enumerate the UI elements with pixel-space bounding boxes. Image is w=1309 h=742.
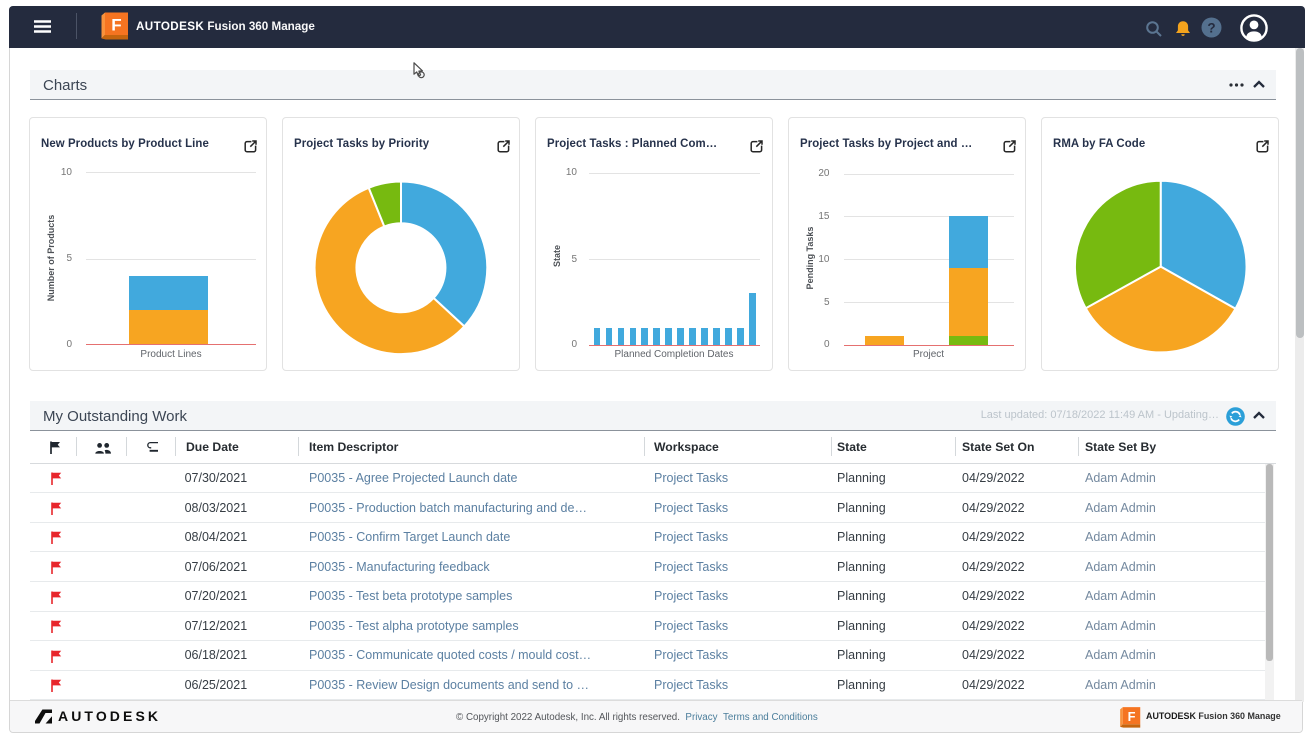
svg-text:?: ? (1207, 20, 1215, 35)
svg-text:F: F (111, 16, 121, 35)
svg-text:F: F (1128, 709, 1136, 724)
